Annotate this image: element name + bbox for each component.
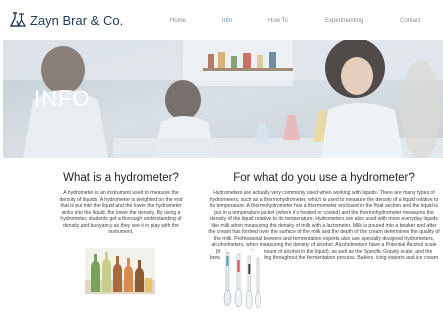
what-is-text: A hydrometer is an instrument used to me…	[59, 190, 183, 235]
hero-banner: INFO	[3, 40, 443, 158]
nav-home[interactable]: Home	[170, 18, 186, 24]
uses-heading: For what do you use a hydrometer?	[233, 172, 415, 184]
nav-how-to[interactable]: How To	[268, 18, 288, 24]
page-title: INFO	[34, 86, 91, 111]
nav-contact[interactable]: Contact	[400, 18, 421, 24]
site-header: Zayn Brar & Co. Home Info How To Experim…	[0, 0, 443, 42]
what-is-section: What is a hydrometer? A hydrometer is an…	[55, 172, 187, 236]
nav-experimenting[interactable]: Experimenting	[325, 18, 363, 24]
hydrometers-photo	[220, 250, 264, 314]
nav-info[interactable]: Info	[222, 18, 232, 24]
bottles-photo	[85, 248, 155, 294]
what-is-heading: What is a hydrometer?	[63, 172, 179, 184]
uses-section: For what do you use a hydrometer? Hydrom…	[208, 172, 440, 262]
main-nav: Home Info How To Experimenting Contact	[0, 18, 443, 32]
